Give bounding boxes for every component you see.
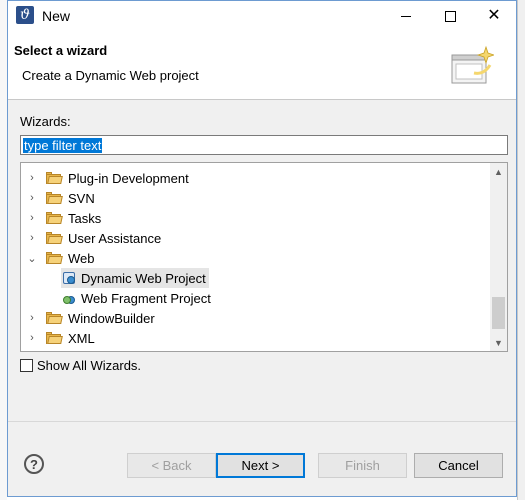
folder-icon xyxy=(46,312,63,324)
wizard-tree-content: › Plug-in Development › SVN › Tasks › Us… xyxy=(21,163,490,351)
show-all-checkbox[interactable] xyxy=(20,359,33,372)
tree-item-user-assistance[interactable]: › User Assistance xyxy=(21,228,490,248)
wizard-body: Wizards: type filter text › Plug-in Deve… xyxy=(8,100,516,421)
tree-item-label: Plug-in Development xyxy=(68,170,189,186)
web-fragment-icon xyxy=(61,290,77,306)
close-button[interactable]: ✕ xyxy=(472,1,516,31)
tree-item-label: XML xyxy=(68,330,95,346)
scroll-down-icon[interactable]: ▼ xyxy=(490,334,507,351)
help-icon[interactable]: ? xyxy=(24,454,44,474)
tree-item-dynamic-web-project[interactable]: Dynamic Web Project xyxy=(21,268,490,288)
tree-item-svn[interactable]: › SVN xyxy=(21,188,490,208)
folder-icon xyxy=(46,172,63,184)
tree-item-windowbuilder[interactable]: › WindowBuilder xyxy=(21,308,490,328)
web-project-icon xyxy=(61,270,77,286)
wizard-header: Select a wizard Create a Dynamic Web pro… xyxy=(8,31,516,100)
show-all-label: Show All Wizards. xyxy=(37,358,142,373)
tree-item-label: Web Fragment Project xyxy=(81,290,211,306)
tree-item-label: Web xyxy=(68,250,95,266)
eclipse-icon: ϑ xyxy=(16,6,34,24)
chevron-right-icon[interactable]: › xyxy=(26,328,38,348)
background-panel-sliver xyxy=(517,0,525,500)
tree-item-label: Dynamic Web Project xyxy=(81,270,206,286)
wizard-tree: › Plug-in Development › SVN › Tasks › Us… xyxy=(20,162,508,352)
title-bar: ϑ New ✕ xyxy=(8,1,516,31)
chevron-right-icon[interactable]: › xyxy=(26,208,38,228)
filter-input[interactable]: type filter text xyxy=(20,135,508,155)
folder-icon xyxy=(46,332,63,344)
scroll-up-icon[interactable]: ▲ xyxy=(490,163,507,180)
filter-text: type filter text xyxy=(23,138,103,153)
tree-item-web-fragment-project[interactable]: Web Fragment Project xyxy=(21,288,490,308)
folder-open-icon xyxy=(46,252,63,264)
folder-icon xyxy=(46,192,63,204)
tree-item-plug-in-development[interactable]: › Plug-in Development xyxy=(21,168,490,188)
button-bar: ? < Back Next > Finish Cancel xyxy=(8,421,516,496)
folder-icon xyxy=(46,232,63,244)
chevron-down-icon[interactable]: ⌄ xyxy=(26,248,38,268)
maximize-button[interactable] xyxy=(428,1,472,31)
window-title: New xyxy=(42,8,71,24)
chevron-right-icon[interactable]: › xyxy=(26,168,38,188)
background-editor-sliver xyxy=(0,0,7,500)
tree-item-xml[interactable]: › XML xyxy=(21,328,490,348)
selected-item-highlight: Dynamic Web Project xyxy=(61,268,209,288)
tree-item-label: User Assistance xyxy=(68,230,162,246)
cancel-button[interactable]: Cancel xyxy=(414,453,503,478)
minimize-icon xyxy=(401,15,411,17)
new-wizard-dialog: ϑ New ✕ Select a wizard Create a Dynamic… xyxy=(7,0,517,497)
folder-icon xyxy=(46,212,63,224)
scrollbar-thumb[interactable] xyxy=(492,297,505,329)
page-description: Create a Dynamic Web project xyxy=(22,68,199,83)
finish-button[interactable]: Finish xyxy=(318,453,407,478)
tree-item-label: SVN xyxy=(68,190,95,206)
tree-item-label: WindowBuilder xyxy=(68,310,155,326)
show-all-wizards-option[interactable]: Show All Wizards. xyxy=(20,358,141,373)
minimize-button[interactable] xyxy=(384,1,428,31)
chevron-right-icon[interactable]: › xyxy=(26,188,38,208)
tree-scrollbar[interactable]: ▲ ▼ xyxy=(490,163,507,351)
tree-item-label: Tasks xyxy=(68,210,102,226)
wizards-label: Wizards: xyxy=(20,114,71,129)
tree-item-tasks[interactable]: › Tasks xyxy=(21,208,490,228)
tree-item-wrap: Web Fragment Project xyxy=(61,288,214,308)
close-icon: ✕ xyxy=(487,7,501,24)
wizard-banner-icon xyxy=(451,45,494,84)
maximize-icon xyxy=(444,10,456,22)
chevron-right-icon[interactable]: › xyxy=(26,308,38,328)
tree-item-web[interactable]: ⌄ Web xyxy=(21,248,490,268)
page-title: Select a wizard xyxy=(14,43,108,58)
next-button[interactable]: Next > xyxy=(216,453,305,478)
chevron-right-icon[interactable]: › xyxy=(26,228,38,248)
back-button[interactable]: < Back xyxy=(127,453,216,478)
